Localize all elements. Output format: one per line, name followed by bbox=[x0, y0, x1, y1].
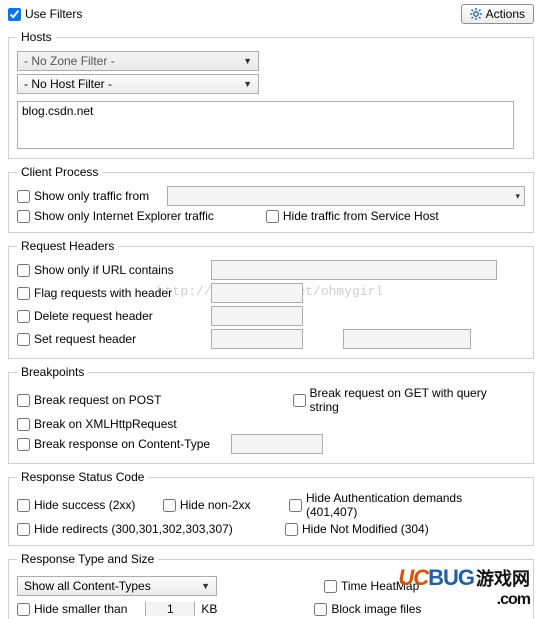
content-type-value: Show all Content-Types bbox=[24, 579, 151, 593]
gear-icon bbox=[470, 8, 482, 20]
chevron-down-icon: ▼ bbox=[243, 79, 252, 89]
break-ct-label: Break response on Content-Type bbox=[34, 437, 210, 451]
request-headers-group: Request Headers http://blog.csdn.net/ohm… bbox=[8, 239, 534, 359]
actions-label: Actions bbox=[486, 7, 525, 21]
time-heatmap-check[interactable] bbox=[324, 580, 337, 593]
hide-smaller-checkbox[interactable]: Hide smaller than bbox=[17, 602, 127, 616]
block-image-checkbox[interactable]: Block image files bbox=[314, 602, 421, 616]
use-filters-checkbox[interactable]: Use Filters bbox=[8, 7, 82, 21]
breakpoints-legend: Breakpoints bbox=[17, 365, 88, 379]
show-only-if-url-label: Show only if URL contains bbox=[34, 263, 174, 277]
show-only-if-url-input[interactable] bbox=[211, 260, 497, 280]
show-only-if-url-check[interactable] bbox=[17, 264, 30, 277]
time-heatmap-checkbox[interactable]: Time HeatMap bbox=[324, 579, 419, 593]
type-size-group: Response Type and Size Show all Content-… bbox=[8, 552, 534, 619]
set-header-value-input[interactable] bbox=[343, 329, 471, 349]
hide-non2xx-checkbox[interactable]: Hide non-2xx bbox=[163, 498, 271, 512]
flag-requests-checkbox[interactable]: Flag requests with header bbox=[17, 286, 193, 300]
break-post-check[interactable] bbox=[17, 394, 30, 407]
request-headers-legend: Request Headers bbox=[17, 239, 118, 253]
hide-2xx-check[interactable] bbox=[17, 499, 30, 512]
show-only-if-url-checkbox[interactable]: Show only if URL contains bbox=[17, 263, 193, 277]
zone-filter-value: - No Zone Filter - bbox=[24, 54, 115, 68]
use-filters-label: Use Filters bbox=[25, 7, 82, 21]
chevron-down-icon: ▾ bbox=[515, 191, 520, 202]
show-only-traffic-check[interactable] bbox=[17, 190, 30, 203]
set-header-name-input[interactable] bbox=[211, 329, 303, 349]
show-ie-checkbox[interactable]: Show only Internet Explorer traffic bbox=[17, 209, 214, 223]
content-type-dropdown[interactable]: Show all Content-Types ▼ bbox=[17, 576, 217, 596]
break-get-check[interactable] bbox=[293, 394, 306, 407]
time-heatmap-label: Time HeatMap bbox=[341, 579, 419, 593]
zone-filter-dropdown[interactable]: - No Zone Filter - ▼ bbox=[17, 51, 259, 71]
delete-header-checkbox[interactable]: Delete request header bbox=[17, 309, 193, 323]
use-filters-check[interactable] bbox=[8, 8, 21, 21]
flag-requests-label: Flag requests with header bbox=[34, 286, 172, 300]
hide-non2xx-check[interactable] bbox=[163, 499, 176, 512]
block-image-check[interactable] bbox=[314, 603, 327, 616]
hide-notmod-check[interactable] bbox=[285, 523, 298, 536]
break-ct-checkbox[interactable]: Break response on Content-Type bbox=[17, 437, 213, 451]
show-only-traffic-label: Show only traffic from bbox=[34, 189, 149, 203]
break-get-checkbox[interactable]: Break request on GET with query string bbox=[293, 386, 513, 414]
breakpoints-group: Breakpoints Break request on POST Break … bbox=[8, 365, 534, 464]
hosts-group: Hosts - No Zone Filter - ▼ - No Host Fil… bbox=[8, 30, 534, 159]
hide-auth-check[interactable] bbox=[289, 499, 302, 512]
delete-header-label: Delete request header bbox=[34, 309, 153, 323]
show-ie-check[interactable] bbox=[17, 210, 30, 223]
hide-notmod-checkbox[interactable]: Hide Not Modified (304) bbox=[285, 522, 429, 536]
host-filter-dropdown[interactable]: - No Host Filter - ▼ bbox=[17, 74, 259, 94]
hide-notmod-label: Hide Not Modified (304) bbox=[302, 522, 429, 536]
hide-service-host-check[interactable] bbox=[266, 210, 279, 223]
hosts-legend: Hosts bbox=[17, 30, 56, 44]
hide-smaller-unit: KB bbox=[201, 602, 217, 616]
process-combo[interactable]: ▾ bbox=[167, 186, 525, 206]
flag-requests-check[interactable] bbox=[17, 287, 30, 300]
hide-2xx-label: Hide success (2xx) bbox=[34, 498, 135, 512]
show-ie-label: Show only Internet Explorer traffic bbox=[34, 209, 214, 223]
break-get-label: Break request on GET with query string bbox=[310, 386, 513, 414]
hide-redirects-label: Hide redirects (300,301,302,303,307) bbox=[34, 522, 233, 536]
hide-redirects-checkbox[interactable]: Hide redirects (300,301,302,303,307) bbox=[17, 522, 267, 536]
client-process-legend: Client Process bbox=[17, 165, 102, 179]
actions-button[interactable]: Actions bbox=[461, 4, 534, 24]
break-xhr-checkbox[interactable]: Break on XMLHttpRequest bbox=[17, 417, 177, 431]
set-header-check[interactable] bbox=[17, 333, 30, 346]
hosts-textarea[interactable] bbox=[17, 101, 514, 149]
hide-service-host-label: Hide traffic from Service Host bbox=[283, 209, 439, 223]
hide-redirects-check[interactable] bbox=[17, 523, 30, 536]
break-xhr-check[interactable] bbox=[17, 418, 30, 431]
break-post-label: Break request on POST bbox=[34, 393, 161, 407]
hide-auth-label: Hide Authentication demands (401,407) bbox=[306, 491, 513, 519]
client-process-group: Client Process Show only traffic from ▾ … bbox=[8, 165, 534, 233]
set-header-label: Set request header bbox=[34, 332, 136, 346]
flag-requests-input[interactable] bbox=[211, 283, 303, 303]
hide-non2xx-label: Hide non-2xx bbox=[180, 498, 251, 512]
hide-2xx-checkbox[interactable]: Hide success (2xx) bbox=[17, 498, 145, 512]
status-code-legend: Response Status Code bbox=[17, 470, 148, 484]
hide-auth-checkbox[interactable]: Hide Authentication demands (401,407) bbox=[289, 491, 513, 519]
hide-smaller-label: Hide smaller than bbox=[34, 602, 127, 616]
hide-smaller-value[interactable]: 1 bbox=[145, 602, 195, 616]
hide-smaller-check[interactable] bbox=[17, 603, 30, 616]
break-ct-check[interactable] bbox=[17, 438, 30, 451]
break-xhr-label: Break on XMLHttpRequest bbox=[34, 417, 177, 431]
status-code-group: Response Status Code Hide success (2xx) … bbox=[8, 470, 534, 546]
break-post-checkbox[interactable]: Break request on POST bbox=[17, 386, 241, 414]
delete-header-check[interactable] bbox=[17, 310, 30, 323]
show-only-traffic-checkbox[interactable]: Show only traffic from bbox=[17, 189, 149, 203]
delete-header-input[interactable] bbox=[211, 306, 303, 326]
type-size-legend: Response Type and Size bbox=[17, 552, 158, 566]
hide-service-host-checkbox[interactable]: Hide traffic from Service Host bbox=[266, 209, 439, 223]
chevron-down-icon: ▼ bbox=[243, 56, 252, 66]
break-ct-input[interactable] bbox=[231, 434, 323, 454]
block-image-label: Block image files bbox=[331, 602, 421, 616]
chevron-down-icon: ▼ bbox=[201, 581, 210, 591]
set-header-checkbox[interactable]: Set request header bbox=[17, 332, 193, 346]
host-filter-value: - No Host Filter - bbox=[24, 77, 112, 91]
